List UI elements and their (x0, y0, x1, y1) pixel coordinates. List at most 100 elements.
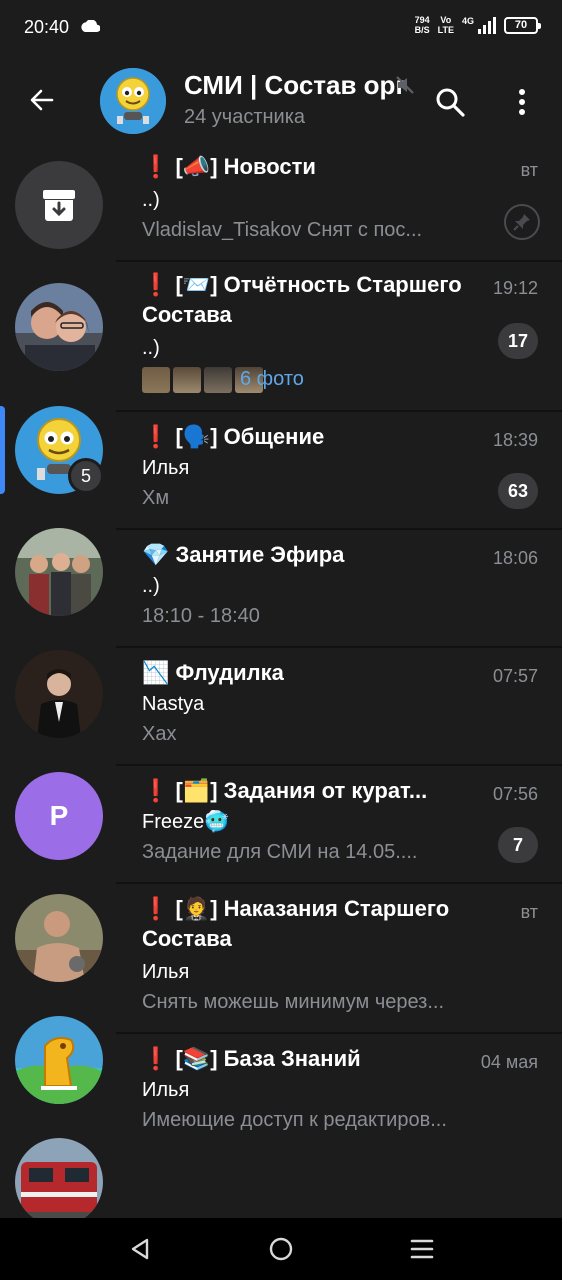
chat-list: ❗ [📣] Новости вт ..) Vladislav_Tisakov С… (116, 144, 562, 1218)
nav-home-icon (269, 1237, 293, 1261)
net-speed-unit: B/S (414, 25, 430, 35)
chat-sender: ..) (142, 337, 160, 359)
group-photo (15, 528, 103, 616)
search-icon (436, 88, 465, 117)
sidebar-item-man-photo[interactable] (15, 894, 103, 982)
horse-logo (15, 1016, 103, 1104)
back-button[interactable] (20, 78, 64, 122)
chat-preview: 18:10 - 18:40 (142, 605, 260, 627)
chat-preview: Имеющие доступ к редактиров... (142, 1109, 447, 1131)
chat-time: 07:56 (492, 784, 538, 804)
nav-home-button[interactable] (266, 1234, 296, 1264)
chat-preview: Задание для СМИ на 14.05.... (142, 841, 418, 863)
couple-photo (15, 283, 103, 371)
man-photo (15, 894, 103, 982)
net-speed: 794 B/S (415, 15, 430, 35)
photo-thumbnail (142, 367, 170, 393)
status-time: 20:40 (24, 17, 70, 37)
emoji-face-icon (100, 68, 166, 134)
chat-time: 04 мая (480, 1052, 538, 1072)
pin-icon (504, 204, 540, 240)
chat-row-knowledge[interactable]: ❗ [📚] База Знаний 04 мая Илья Имеющие до… (116, 1034, 562, 1152)
cloud-icon (81, 20, 100, 32)
chat-name: ❗ [📨] Отчётность Старшего Состава (142, 272, 462, 327)
nav-back-button[interactable] (125, 1234, 155, 1264)
system-nav-bar (0, 1218, 562, 1280)
chat-sender: ..) (142, 189, 160, 211)
chat-time: 18:39 (492, 430, 538, 450)
chat-time: 07:57 (492, 666, 538, 686)
chat-time: вт (520, 160, 538, 180)
chat-row-reports[interactable]: ❗ [📨] Отчётность Старшего Состава 19:12 … (116, 262, 562, 412)
status-indicators: 794 B/S Vo LTE 4G 70 (415, 15, 541, 35)
sidebar-item-couple-photo[interactable] (15, 283, 103, 371)
unread-badge: 63 (498, 473, 538, 509)
volte-indicator: Vo LTE (438, 15, 454, 35)
archive-icon (43, 190, 75, 221)
group-avatar[interactable] (100, 68, 166, 134)
sidebar-item-suit-photo[interactable] (15, 650, 103, 738)
chat-row-news[interactable]: ❗ [📣] Новости вт ..) Vladislav_Tisakov С… (116, 144, 562, 262)
folders-sidebar: 5 P (0, 144, 116, 1218)
nav-back-icon (131, 1238, 149, 1260)
network-type: 4G (461, 16, 474, 26)
suit-photo (15, 650, 103, 738)
chat-time: 19:12 (492, 278, 538, 298)
chat-preview: Vladislav_Tisakov Снят с пос... (142, 219, 423, 241)
chat-preview: Снять можешь минимум через... (142, 991, 445, 1013)
signal-icon: 4G (462, 16, 496, 34)
volte-top: Vo (440, 15, 452, 25)
chat-title-wrap[interactable]: СМИ | Состав орг (184, 70, 414, 104)
chat-row-flood[interactable]: 📉 Флудилка 07:57 Nastya Хах (116, 648, 562, 766)
folder-unread-badge: 5 (68, 458, 104, 494)
battery-level: 70 (514, 19, 528, 31)
train-photo (15, 1138, 103, 1218)
chat-row-air[interactable]: 💎 Занятие Эфира 18:06 ..) 18:10 - 18:40 (116, 530, 562, 648)
photo-thumbnail (204, 367, 232, 393)
nav-recents-button[interactable] (407, 1234, 437, 1264)
status-bar: 20:40 794 B/S Vo LTE 4G 70 (0, 0, 562, 56)
search-button[interactable] (428, 80, 472, 124)
sidebar-item-archive[interactable] (15, 161, 103, 249)
chat-sender: Илья (142, 1079, 190, 1101)
chat-name: ❗ [🗂️] Задания от курат... (142, 778, 428, 803)
chat-title: СМИ | Состав орг (184, 70, 407, 100)
more-menu-button[interactable] (500, 80, 544, 124)
chat-name: ❗ [📣] Новости (142, 154, 316, 179)
chat-time: 18:06 (492, 548, 538, 568)
chat-preview: Хах (142, 723, 177, 745)
menu-dots-icon (519, 89, 525, 115)
chat-name: 📉 Флудилка (142, 660, 284, 685)
chat-sender: ..) (142, 575, 160, 597)
chat-sender: Илья (142, 961, 190, 983)
chat-row-chat[interactable]: ❗ [🗣️] Общение 18:39 Илья Хм 63 (116, 412, 562, 530)
chat-name: 💎 Занятие Эфира (142, 542, 345, 567)
chat-name: ❗ [🗣️] Общение (142, 424, 325, 449)
chat-sender: Nastya (142, 693, 205, 715)
photo-thumbnail (173, 367, 201, 393)
sidebar-item-group-photo[interactable] (15, 528, 103, 616)
chat-sender: Freeze🥶 (142, 811, 230, 833)
nav-recents-icon (410, 1239, 434, 1259)
chat-row-tasks[interactable]: ❗ [🗂️] Задания от курат... 07:56 Freeze🥶… (116, 766, 562, 884)
unread-badge: 17 (498, 323, 538, 359)
chat-preview: 6 фото (240, 368, 304, 390)
active-folder-indicator (0, 406, 5, 494)
volte-bottom: LTE (437, 25, 454, 35)
sidebar-item-horse-logo[interactable] (15, 1016, 103, 1104)
chat-name: ❗ [🤵] Наказания Старшего Состава (142, 896, 450, 951)
sidebar-item-train-photo[interactable] (15, 1138, 103, 1218)
battery-icon: 70 (504, 16, 541, 34)
participants-count: 24 участника (184, 106, 306, 128)
mute-icon (396, 76, 414, 94)
chat-sender: Илья (142, 457, 190, 479)
unread-badge: 7 (498, 827, 538, 863)
chat-name: ❗ [📚] База Знаний (142, 1046, 361, 1071)
chat-preview: Хм (142, 487, 170, 509)
chat-row-punishments[interactable]: ❗ [🤵] Наказания Старшего Состава вт Илья… (116, 884, 562, 1034)
chat-time: вт (520, 902, 538, 922)
chat-header: СМИ | Состав орг 24 участника (0, 56, 562, 144)
avatar-letter: P (49, 800, 69, 831)
net-speed-value: 794 (414, 15, 430, 25)
sidebar-item-letter-avatar[interactable]: P (15, 772, 103, 860)
